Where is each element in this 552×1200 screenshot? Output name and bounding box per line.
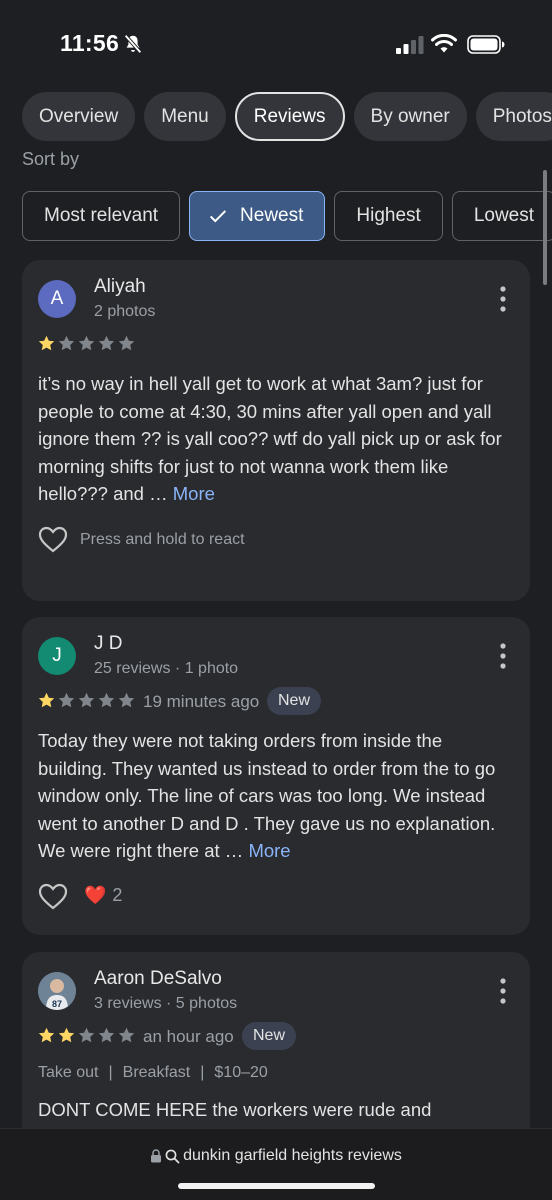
review-attributes: Take out | Breakfast | $10–20 bbox=[38, 1064, 268, 1082]
review-card: A Aliyah 2 photos it’s no way in hell ya… bbox=[22, 260, 530, 601]
tab-photos[interactable]: Photos bbox=[475, 92, 552, 141]
more-link[interactable]: More bbox=[248, 840, 290, 861]
star-empty-icon bbox=[118, 692, 135, 708]
star-empty-icon bbox=[98, 1027, 115, 1043]
reviewer-meta: 3 reviews · 5 photos bbox=[94, 995, 238, 1012]
star-empty-icon bbox=[98, 692, 115, 708]
search-icon bbox=[165, 1149, 180, 1163]
reviewer-name[interactable]: Aaron DeSalvo bbox=[94, 968, 222, 990]
more-link[interactable]: More bbox=[173, 483, 215, 504]
reviewer-name[interactable]: J D bbox=[94, 633, 123, 655]
more-options-icon[interactable] bbox=[500, 286, 506, 312]
star-filled-icon bbox=[38, 1027, 55, 1043]
review-text[interactable]: it’s no way in hell yall get to work at … bbox=[38, 370, 516, 508]
star-empty-icon bbox=[98, 335, 115, 351]
star-rating bbox=[38, 692, 135, 709]
heart-icon[interactable] bbox=[38, 526, 68, 553]
sort-chips: Most relevant Newest Highest Lowest bbox=[22, 191, 552, 241]
star-rating bbox=[38, 335, 135, 352]
attr-price: $10–20 bbox=[214, 1064, 268, 1081]
attr-separator: | bbox=[200, 1064, 205, 1081]
heart-emoji: ❤️ bbox=[84, 885, 107, 905]
attr-take-out: Take out bbox=[38, 1064, 99, 1081]
browser-address-bar[interactable]: dunkin garfield heights reviews bbox=[0, 1128, 552, 1200]
sort-by-label: Sort by bbox=[22, 149, 80, 169]
star-empty-icon bbox=[58, 692, 75, 708]
chip-label: Highest bbox=[356, 205, 421, 226]
lock-icon bbox=[151, 1149, 162, 1163]
bell-off-icon bbox=[124, 34, 142, 54]
review-time: an hour ago bbox=[143, 1027, 234, 1046]
star-empty-icon bbox=[78, 692, 95, 708]
sort-most-relevant-chip[interactable]: Most relevant bbox=[22, 191, 181, 241]
tab-by-owner[interactable]: By owner bbox=[353, 92, 467, 141]
chip-label: Lowest bbox=[473, 205, 535, 226]
address-field[interactable]: dunkin garfield heights reviews bbox=[0, 1147, 552, 1165]
profile-photo-icon: 87 bbox=[38, 972, 76, 1010]
star-filled-icon bbox=[38, 692, 55, 708]
sort-lowest-chip[interactable]: Lowest bbox=[451, 191, 552, 241]
more-options-icon[interactable] bbox=[500, 978, 506, 1004]
star-empty-icon bbox=[78, 1027, 95, 1043]
reaction-count[interactable]: ❤️ 2 bbox=[84, 885, 122, 906]
heart-icon[interactable] bbox=[38, 883, 68, 910]
reviewer-name[interactable]: Aliyah bbox=[94, 276, 146, 298]
star-rating bbox=[38, 1027, 135, 1044]
new-badge: New bbox=[267, 687, 322, 715]
review-time: 19 minutes ago bbox=[143, 692, 260, 711]
attr-separator: | bbox=[108, 1064, 113, 1081]
star-empty-icon bbox=[58, 335, 75, 351]
cellular-signal-icon bbox=[396, 36, 424, 54]
status-time: 11:56 bbox=[60, 30, 120, 56]
avatar[interactable]: 87 bbox=[38, 972, 76, 1010]
star-empty-icon bbox=[118, 335, 135, 351]
reviewer-meta: 2 photos bbox=[94, 303, 156, 320]
react-hint: Press and hold to react bbox=[80, 531, 245, 548]
avatar[interactable]: A bbox=[38, 280, 76, 318]
chip-label: Most relevant bbox=[44, 205, 159, 226]
review-card: J J D 25 reviews · 1 photo 19 minutes ag… bbox=[22, 617, 530, 935]
sort-highest-chip[interactable]: Highest bbox=[334, 191, 443, 241]
wifi-icon bbox=[431, 34, 457, 53]
tab-reviews[interactable]: Reviews bbox=[234, 92, 345, 141]
star-filled-icon bbox=[38, 335, 55, 351]
address-text: dunkin garfield heights reviews bbox=[183, 1147, 402, 1164]
tab-menu[interactable]: Menu bbox=[144, 92, 226, 141]
star-empty-icon bbox=[118, 1027, 135, 1043]
review-text[interactable]: DONT COME HERE the workers were rude and bbox=[38, 1096, 516, 1124]
tab-overview[interactable]: Overview bbox=[22, 92, 136, 141]
reaction-number: 2 bbox=[112, 885, 123, 905]
more-options-icon[interactable] bbox=[500, 643, 506, 669]
home-indicator[interactable] bbox=[178, 1183, 375, 1189]
battery-icon bbox=[467, 35, 505, 54]
status-bar: 11:56 bbox=[0, 0, 552, 86]
svg-text:87: 87 bbox=[52, 999, 62, 1009]
reviewer-meta: 25 reviews · 1 photo bbox=[94, 660, 239, 677]
scrollbar[interactable] bbox=[543, 170, 547, 285]
sort-newest-chip[interactable]: Newest bbox=[189, 191, 326, 241]
star-empty-icon bbox=[78, 335, 95, 351]
review-body: DONT COME HERE the workers were rude and bbox=[38, 1099, 432, 1120]
attr-meal-type: Breakfast bbox=[122, 1064, 191, 1081]
new-badge: New bbox=[242, 1022, 297, 1050]
avatar[interactable]: J bbox=[38, 637, 76, 675]
place-tabs: Overview Menu Reviews By owner Photos bbox=[22, 92, 552, 142]
checkmark-icon bbox=[210, 210, 227, 223]
review-body: it’s no way in hell yall get to work at … bbox=[38, 373, 502, 504]
chip-label: Newest bbox=[240, 205, 304, 226]
star-filled-icon bbox=[58, 1027, 75, 1043]
review-text[interactable]: Today they were not taking orders from i… bbox=[38, 727, 516, 865]
